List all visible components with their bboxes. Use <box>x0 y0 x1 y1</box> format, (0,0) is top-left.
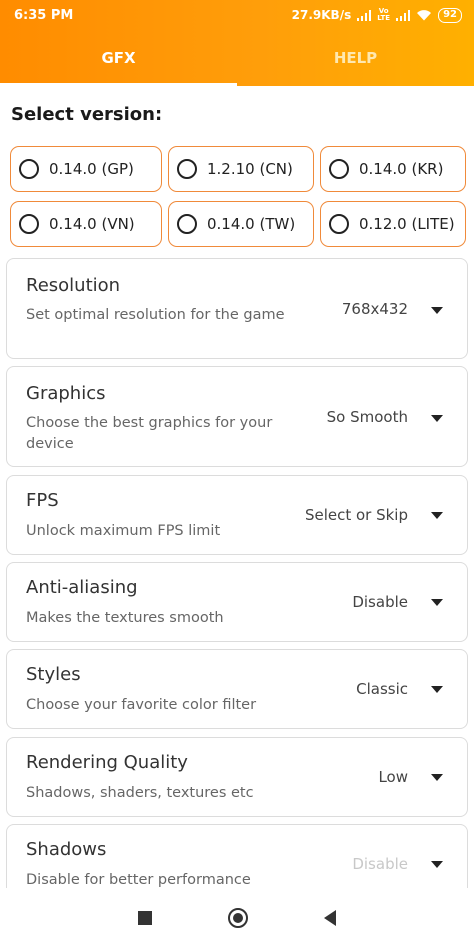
setting-graphics[interactable]: Graphics Choose the best graphics for yo… <box>6 366 468 467</box>
setting-title: FPS <box>26 490 59 511</box>
setting-title: Styles <box>26 664 81 685</box>
status-right: 27.9KB/s Vo LTE 92 <box>291 7 462 23</box>
version-label: 1.2.10 (CN) <box>207 160 293 178</box>
tab-help[interactable]: HELP <box>237 30 474 86</box>
setting-desc: Makes the textures smooth <box>26 610 224 626</box>
setting-value: Disable <box>352 855 408 873</box>
caret-down-icon[interactable] <box>431 307 443 314</box>
setting-styles[interactable]: Styles Choose your favorite color filter… <box>6 649 468 729</box>
setting-value: Low <box>378 768 408 786</box>
version-option-kr[interactable]: 0.14.0 (KR) <box>320 146 466 192</box>
network-speed: 27.9KB/s <box>291 8 352 22</box>
setting-rendering-quality[interactable]: Rendering Quality Shadows, shaders, text… <box>6 737 468 817</box>
volte-icon: Vo LTE <box>377 8 390 22</box>
setting-desc: Choose your favorite color filter <box>26 697 257 713</box>
home-circle-icon[interactable] <box>228 908 248 928</box>
radio-unchecked-icon <box>177 159 197 179</box>
version-option-tw[interactable]: 0.14.0 (TW) <box>168 201 314 247</box>
app-header: 6:35 PM 27.9KB/s Vo LTE 92 GFX HELP <box>0 0 474 86</box>
setting-anti-aliasing[interactable]: Anti-aliasing Makes the textures smooth … <box>6 562 468 642</box>
setting-value: So Smooth <box>326 408 408 426</box>
signal-icon <box>357 9 372 21</box>
version-label: 0.12.0 (LITE) <box>359 215 455 233</box>
radio-unchecked-icon <box>177 214 197 234</box>
wifi-icon <box>417 10 432 21</box>
version-option-vn[interactable]: 0.14.0 (VN) <box>10 201 162 247</box>
version-label: 0.14.0 (GP) <box>49 160 134 178</box>
signal-icon <box>396 9 411 21</box>
status-bar: 6:35 PM 27.9KB/s Vo LTE 92 <box>0 0 474 30</box>
recents-square-icon[interactable] <box>138 911 152 925</box>
version-option-gp[interactable]: 0.14.0 (GP) <box>10 146 162 192</box>
radio-unchecked-icon <box>329 159 349 179</box>
version-label: 0.14.0 (VN) <box>49 215 135 233</box>
caret-down-icon[interactable] <box>431 599 443 606</box>
setting-value: Select or Skip <box>304 506 408 524</box>
tab-gfx-label: GFX <box>101 49 136 67</box>
setting-value: Classic <box>356 680 408 698</box>
caret-down-icon[interactable] <box>431 774 443 781</box>
version-option-lite[interactable]: 0.12.0 (LITE) <box>320 201 466 247</box>
radio-unchecked-icon <box>19 214 39 234</box>
version-options: 0.14.0 (GP) 1.2.10 (CN) 0.14.0 (KR) 0.14… <box>10 146 466 247</box>
radio-unchecked-icon <box>329 214 349 234</box>
tab-help-label: HELP <box>333 49 378 67</box>
setting-title: Shadows <box>26 839 107 860</box>
setting-desc: Choose the best graphics for your device <box>26 415 273 452</box>
setting-desc: Set optimal resolution for the game <box>26 307 285 323</box>
setting-fps[interactable]: FPS Unlock maximum FPS limit Select or S… <box>6 475 468 555</box>
volte-line2: LTE <box>377 14 391 22</box>
setting-title: Rendering Quality <box>26 752 188 773</box>
caret-down-icon[interactable] <box>431 512 443 519</box>
caret-down-icon[interactable] <box>431 686 443 693</box>
tab-gfx[interactable]: GFX <box>0 30 237 86</box>
back-triangle-icon[interactable] <box>324 910 336 926</box>
setting-desc: Shadows, shaders, textures etc <box>26 785 254 801</box>
setting-title: Graphics <box>26 383 106 404</box>
setting-resolution[interactable]: Resolution Set optimal resolution for th… <box>6 258 468 359</box>
version-option-cn[interactable]: 1.2.10 (CN) <box>168 146 314 192</box>
select-version-title: Select version: <box>11 104 163 125</box>
version-label: 0.14.0 (TW) <box>207 215 296 233</box>
setting-value: Disable <box>352 593 408 611</box>
battery-icon: 92 <box>438 7 462 23</box>
radio-unchecked-icon <box>19 159 39 179</box>
setting-value: 768x432 <box>341 300 408 318</box>
caret-down-icon[interactable] <box>431 415 443 422</box>
caret-down-icon[interactable] <box>431 861 443 868</box>
setting-desc: Unlock maximum FPS limit <box>26 523 221 539</box>
setting-title: Anti-aliasing <box>26 577 138 598</box>
status-time: 6:35 PM <box>14 7 74 23</box>
tab-bar: GFX HELP <box>0 30 474 86</box>
system-nav-bar <box>0 888 474 948</box>
setting-title: Resolution <box>26 275 121 296</box>
version-label: 0.14.0 (KR) <box>359 160 444 178</box>
